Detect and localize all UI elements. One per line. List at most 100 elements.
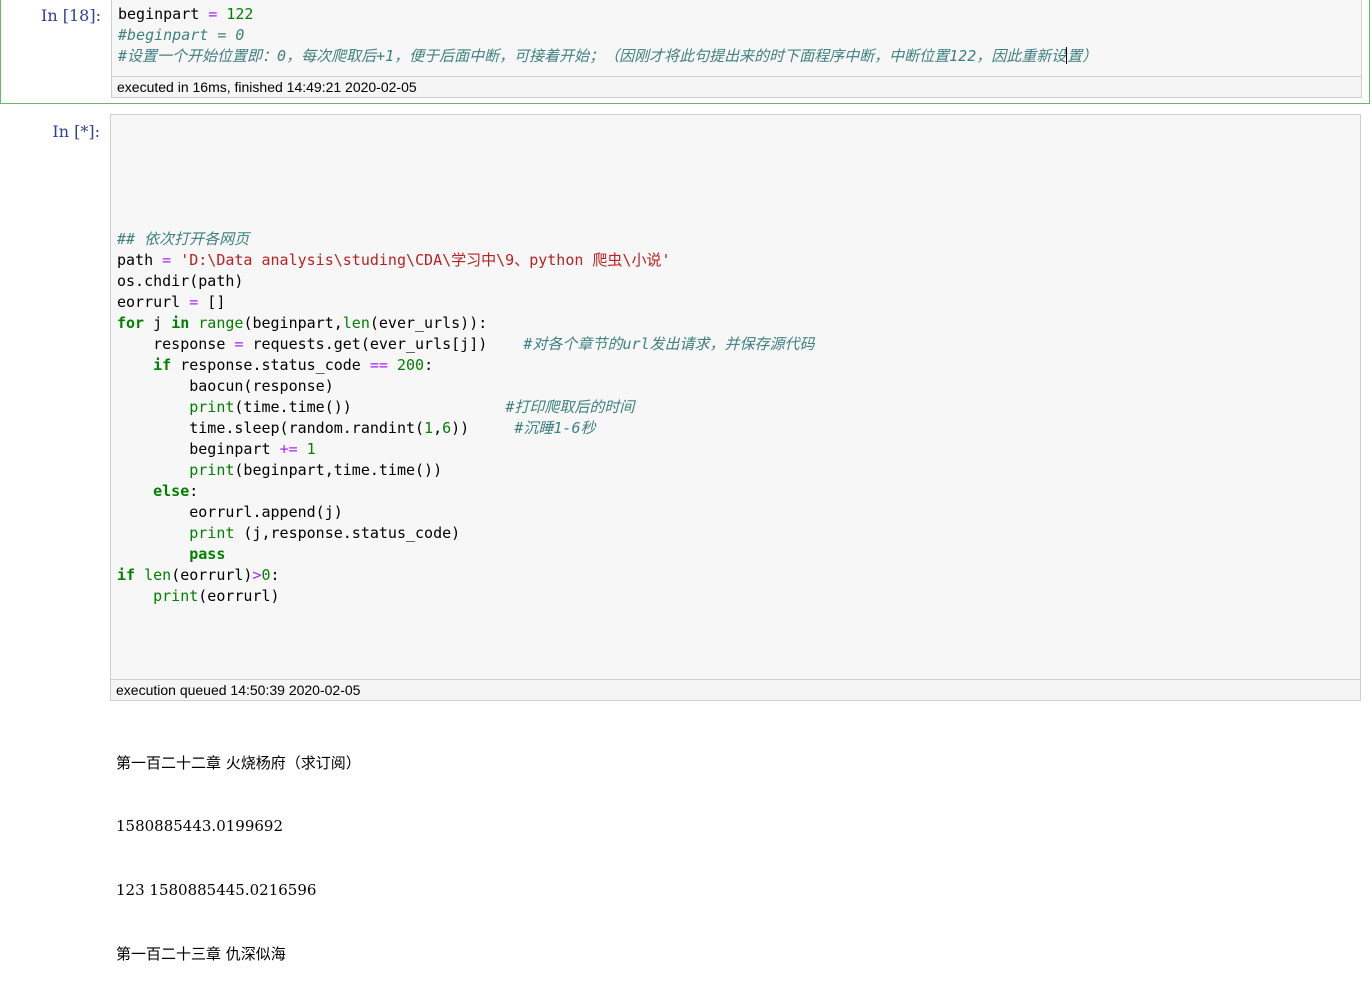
code-line: beginpart = 122 <box>118 4 1097 25</box>
code-token: (beginpart, <box>243 314 343 332</box>
output-line: 1580885443.0199692 <box>116 817 284 836</box>
code-line: if len(eorrurl)>0: <box>117 565 815 586</box>
code-line: if response.status_code == 200: <box>117 355 815 376</box>
code-line: else: <box>117 481 815 502</box>
code-token: print <box>189 461 235 479</box>
code-token: os.chdir(path) <box>117 272 244 290</box>
code-token: range <box>198 314 244 332</box>
code-token: (eorrurl) <box>198 587 280 605</box>
code-token: (eorrurl) <box>171 566 253 584</box>
input-prompt: In [*]: <box>52 122 100 141</box>
code-token: response.status_code <box>171 356 370 374</box>
code-token: == <box>369 356 388 374</box>
code-token: for <box>117 314 145 332</box>
code-token: time.sleep(random.randint( <box>117 419 425 437</box>
code-line: #设置一个开始位置即：0，每次爬取后+1，便于后面中断，可接着开始；（因刚才将此… <box>118 46 1097 67</box>
code-token: j <box>144 314 172 332</box>
code-token: = <box>162 251 172 269</box>
code-line: beginpart += 1 <box>117 439 815 460</box>
code-token: if <box>117 566 136 584</box>
execution-status: executed in 16ms, finished 14:49:21 2020… <box>111 76 1362 98</box>
code-token: #打印爬取后的时间 <box>505 398 635 416</box>
code-line: pass <box>117 544 815 565</box>
code-token: += <box>279 440 298 458</box>
code-line: print(eorrurl) <box>117 586 815 607</box>
code-editor[interactable]: beginpart = 122 #beginpart = 0 #设置一个开始位置即：… <box>111 0 1362 77</box>
code-token: print <box>153 587 199 605</box>
code-token: len <box>144 566 172 584</box>
code-token: #沉睡1-6秒 <box>514 419 596 437</box>
output-line: 第一百二十三章 仇深似海 <box>116 945 286 964</box>
code-token: print <box>189 524 235 542</box>
execution-status: execution queued 14:50:39 2020-02-05 <box>110 679 1361 701</box>
code-token: requests.get(ever_urls[j]) <box>243 335 524 353</box>
code-token: (time.time()) <box>234 398 506 416</box>
code-token: 置） <box>1067 47 1098 65</box>
code-line: for j in range(beginpart,len(ever_urls))… <box>117 313 815 334</box>
code-token: (j,response.status_code) <box>234 524 461 542</box>
code-editor[interactable]: ## 依次打开各网页 path = 'D:\Data analysis\studi… <box>110 114 1361 680</box>
code-token: eorrurl <box>117 293 190 311</box>
code-line: ## 依次打开各网页 <box>117 229 815 250</box>
code-cell-running[interactable]: In [*]: ## 依次打开各网页 path = 'D:\Data analys… <box>0 110 1370 790</box>
code-line: baocun(response) <box>117 376 815 397</box>
code-line: #beginpart = 0 <box>118 25 1097 46</box>
output-line: 123 1580885445.0216596 <box>116 881 317 900</box>
code-block[interactable]: beginpart = 122 #beginpart = 0 #设置一个开始位置即：… <box>118 4 1097 67</box>
code-token: 122 <box>226 5 254 23</box>
code-token: #beginpart = 0 <box>118 26 245 44</box>
code-token: = <box>208 5 218 23</box>
code-token: (ever_urls)): <box>369 314 488 332</box>
code-token: [] <box>198 293 226 311</box>
code-token: #对各个章节的url发出请求，并保存源代码 <box>523 335 815 353</box>
output-line: 第一百二十二章 火烧杨府（求订阅） <box>116 753 361 772</box>
code-token: beginpart <box>118 5 209 23</box>
code-token: baocun(response) <box>117 377 334 395</box>
code-token: )) <box>451 419 515 437</box>
code-token: 200 <box>396 356 425 374</box>
code-line: path = 'D:\Data analysis\studing\CDA\学习中… <box>117 250 815 271</box>
code-token: print <box>189 398 235 416</box>
input-prompt: In [18]: <box>41 6 101 25</box>
code-line: print (j,response.status_code) <box>117 523 815 544</box>
code-token: in <box>171 314 190 332</box>
code-token: : <box>270 566 280 584</box>
code-token: ## 依次打开各网页 <box>117 230 250 248</box>
code-token: = <box>189 293 199 311</box>
code-token: (beginpart,time.time()) <box>234 461 443 479</box>
code-token: len <box>342 314 370 332</box>
code-token: path <box>117 251 163 269</box>
code-token: > <box>252 566 262 584</box>
code-token: eorrurl.append(j) <box>117 503 343 521</box>
code-line: time.sleep(random.randint(1,6)) #沉睡1-6秒 <box>117 418 815 439</box>
code-line: eorrurl = [] <box>117 292 815 313</box>
code-line: eorrurl.append(j) <box>117 502 815 523</box>
code-block[interactable]: ## 依次打开各网页 path = 'D:\Data analysis\studi… <box>117 124 815 607</box>
code-line: os.chdir(path) <box>117 271 815 292</box>
code-token: : <box>189 482 199 500</box>
code-token: 6 <box>442 419 452 437</box>
code-token: pass <box>189 545 226 563</box>
code-token: 'D:\Data analysis\studing\CDA\学习中\9、pyth… <box>180 251 671 269</box>
code-token: else <box>153 482 190 500</box>
code-line: response = requests.get(ever_urls[j]) #对… <box>117 334 815 355</box>
code-token: beginpart <box>117 440 280 458</box>
code-token: 1 <box>424 419 434 437</box>
code-cell-18[interactable]: In [18]: beginpart = 122 #beginpart = 0 #设… <box>0 0 1370 104</box>
